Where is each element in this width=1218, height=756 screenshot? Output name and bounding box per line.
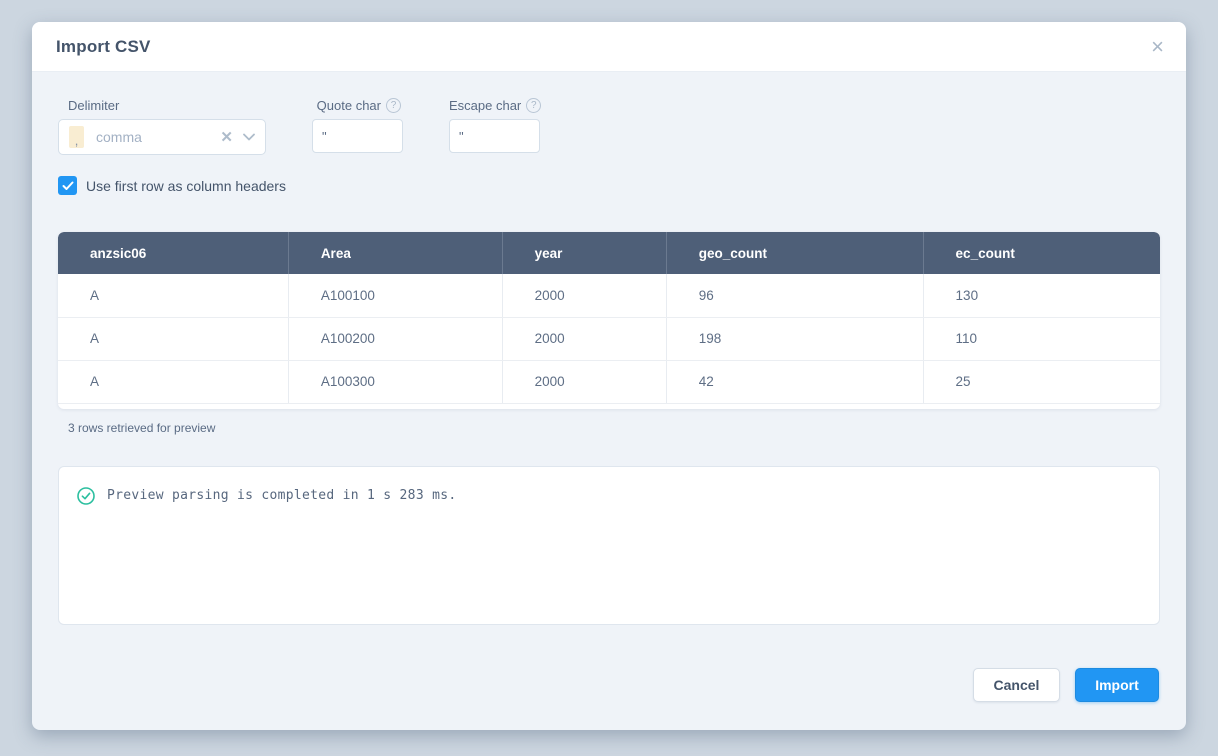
table-cell: 130 (923, 274, 1160, 317)
success-check-icon (77, 487, 95, 505)
dialog-body: Delimiter , comma ✕ Quote char ? (32, 72, 1186, 730)
quote-char-field: Quote char ? (312, 98, 403, 153)
table-header-row: anzsic06Areayeargeo_countec_count (58, 232, 1160, 274)
table-cell: 2000 (502, 274, 666, 317)
column-header: geo_count (666, 232, 923, 274)
table-row: AA100100200096130 (58, 274, 1160, 317)
table-cell: 2000 (502, 360, 666, 403)
column-header: Area (288, 232, 502, 274)
parse-status-message: Preview parsing is completed in 1 s 283 … (107, 488, 456, 503)
dialog-title: Import CSV (56, 37, 151, 57)
cancel-button[interactable]: Cancel (973, 668, 1060, 702)
column-header: year (502, 232, 666, 274)
parse-status-line: Preview parsing is completed in 1 s 283 … (77, 487, 1141, 505)
delimiter-field: Delimiter , comma ✕ (58, 98, 266, 155)
table-cell: A100300 (288, 360, 502, 403)
table-body: AA100100200096130AA1002002000198110AA100… (58, 274, 1160, 403)
first-row-header-label: Use first row as column headers (86, 178, 286, 194)
escape-char-label: Escape char ? (449, 98, 543, 113)
table-cell: 25 (923, 360, 1160, 403)
dialog-header: Import CSV × (32, 22, 1186, 72)
delimiter-label: Delimiter (58, 98, 266, 113)
import-button[interactable]: Import (1075, 668, 1159, 702)
close-icon[interactable]: × (1151, 36, 1164, 58)
delimiter-selected-value: comma (96, 129, 220, 145)
table-cell: A100200 (288, 317, 502, 360)
import-csv-dialog: Import CSV × Delimiter , comma ✕ Quote c… (32, 22, 1186, 730)
table-header-row: anzsic06Areayeargeo_countec_count (58, 232, 1160, 274)
quote-char-label: Quote char ? (312, 98, 403, 113)
column-header: anzsic06 (58, 232, 288, 274)
column-header: ec_count (923, 232, 1160, 274)
table-cell: 198 (666, 317, 923, 360)
first-row-header-option[interactable]: Use first row as column headers (58, 176, 1160, 195)
table-cell: A100100 (288, 274, 502, 317)
escape-char-input[interactable] (449, 119, 540, 153)
escape-char-field: Escape char ? (449, 98, 543, 153)
parse-log-panel: Preview parsing is completed in 1 s 283 … (58, 466, 1160, 625)
escape-char-help-icon[interactable]: ? (526, 98, 541, 113)
table-cell: A (58, 360, 288, 403)
table-row: AA10030020004225 (58, 360, 1160, 403)
table-cell: A (58, 317, 288, 360)
csv-preview-table-card: anzsic06Areayeargeo_countec_count AA1001… (58, 232, 1160, 409)
clear-delimiter-icon[interactable]: ✕ (220, 128, 233, 146)
table-cell: 2000 (502, 317, 666, 360)
dialog-footer: Cancel Import (973, 668, 1159, 702)
table-cell: 110 (923, 317, 1160, 360)
chevron-down-icon[interactable] (243, 133, 255, 141)
csv-preview-table: anzsic06Areayeargeo_countec_count AA1001… (58, 232, 1160, 404)
quote-char-help-icon[interactable]: ? (386, 98, 401, 113)
delimiter-char-badge: , (69, 126, 84, 148)
quote-char-input[interactable] (312, 119, 403, 153)
delimiter-select[interactable]: , comma ✕ (58, 119, 266, 155)
csv-options-row: Delimiter , comma ✕ Quote char ? (58, 98, 1160, 155)
table-cell: 96 (666, 274, 923, 317)
first-row-header-checkbox[interactable] (58, 176, 77, 195)
table-cell: 42 (666, 360, 923, 403)
table-cell: A (58, 274, 288, 317)
preview-row-count-note: 3 rows retrieved for preview (68, 421, 1160, 435)
table-row: AA1002002000198110 (58, 317, 1160, 360)
